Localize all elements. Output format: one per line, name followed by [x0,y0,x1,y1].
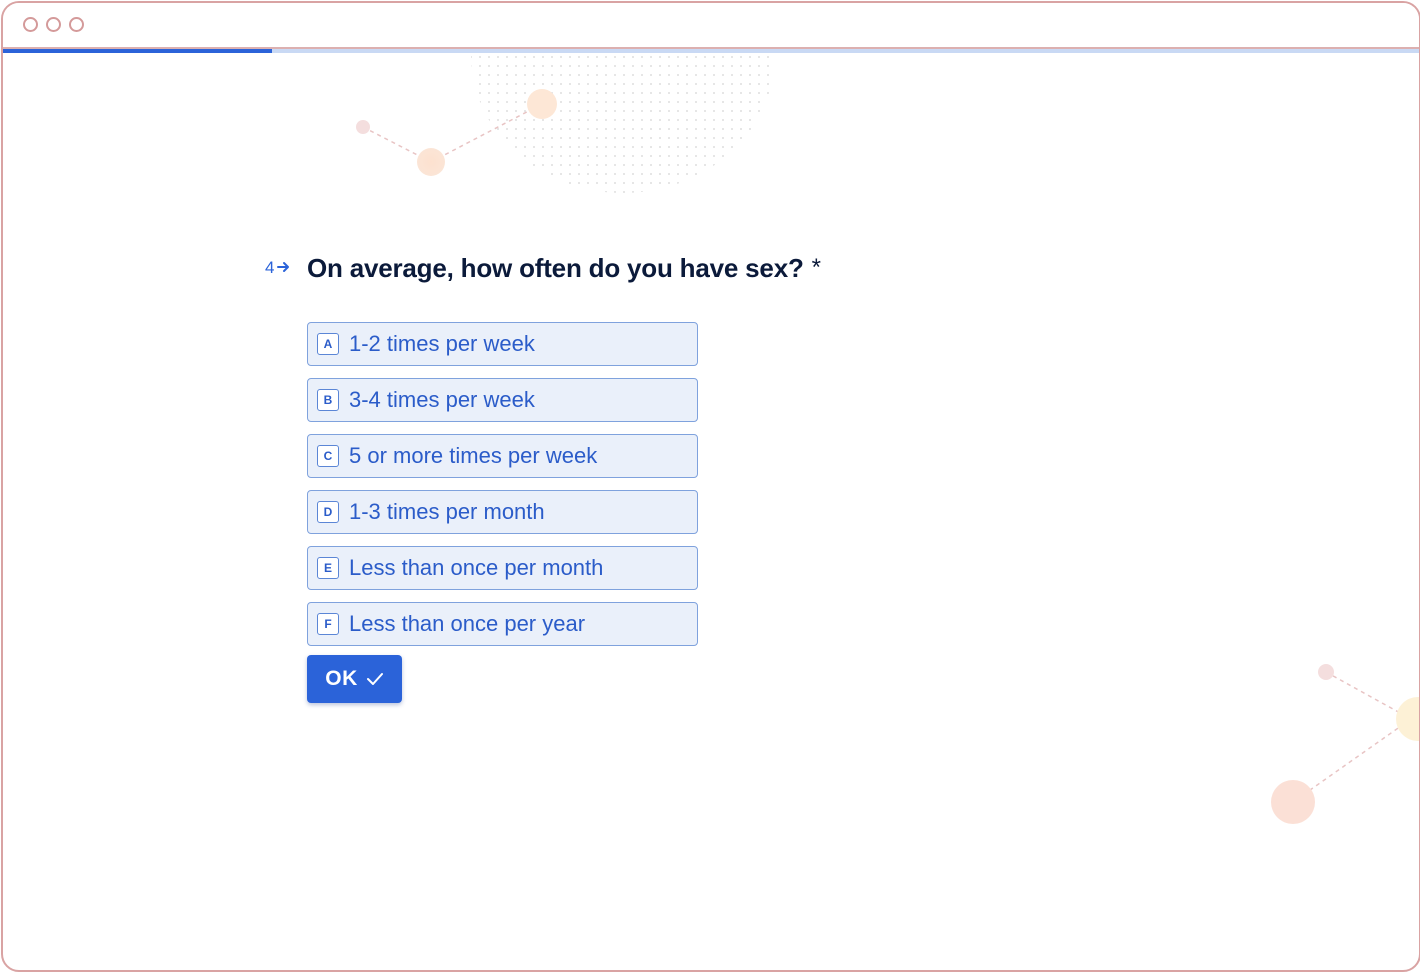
required-asterisk: * [811,254,821,281]
arrow-right-icon [277,260,291,276]
window-titlebar [3,3,1419,49]
choice-key-badge: E [317,557,339,579]
choice-label: 1-3 times per month [349,499,545,524]
choice-option-c[interactable]: C 5 or more times per week [307,434,698,478]
ok-button-label: OK [325,667,358,690]
choice-key-badge: C [317,445,339,467]
progress-bar [3,49,1419,53]
progress-bar-fill [3,49,273,53]
question-text: On average, how often do you have sex? [307,252,804,283]
background-decoration-bottom [1271,664,1419,824]
choice-label: 3-4 times per week [349,387,535,412]
choice-list: A 1-2 times per week B 3-4 times per wee… [307,322,700,658]
choice-key-badge: A [317,333,339,355]
choice-option-f[interactable]: F Less than once per year [307,602,698,646]
window-close-dot[interactable] [23,17,38,32]
question: 4 On average, how often do you have sex?… [265,251,821,285]
check-icon [366,672,384,686]
window-minimize-dot[interactable] [46,17,61,32]
choice-label: 1-2 times per week [349,331,535,356]
choice-option-a[interactable]: A 1-2 times per week [307,322,698,366]
window-maximize-dot[interactable] [69,17,84,32]
choice-label: 5 or more times per week [349,443,598,468]
choice-option-b[interactable]: B 3-4 times per week [307,378,698,422]
question-number-text: 4 [265,258,275,277]
choice-label: Less than once per month [349,555,604,580]
choice-option-d[interactable]: D 1-3 times per month [307,490,698,534]
choice-key-badge: F [317,613,339,635]
question-number: 4 [265,258,307,278]
choice-key-badge: D [317,501,339,523]
choice-label: Less than once per year [349,611,586,636]
browser-window: 4 On average, how often do you have sex?… [1,1,1420,972]
choice-key-badge: B [317,389,339,411]
choice-option-e[interactable]: E Less than once per month [307,546,698,590]
background-decoration-top [356,55,775,193]
ok-button[interactable]: OK [307,655,402,703]
